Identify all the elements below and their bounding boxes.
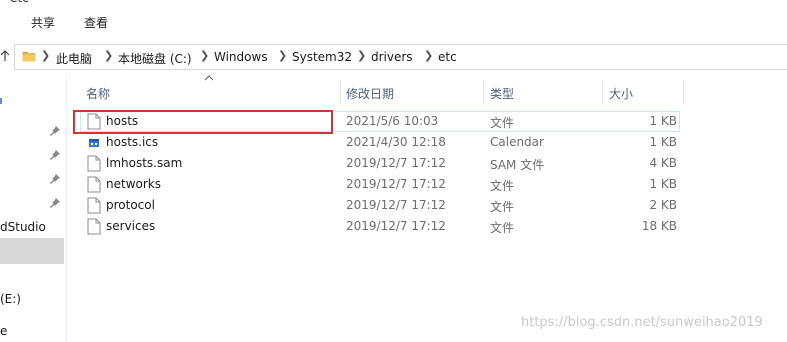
navigation-pane: dStudio (E:) e: [0, 74, 66, 342]
column-divider[interactable]: [683, 80, 684, 104]
breadcrumb-drivers[interactable]: drivers: [371, 50, 413, 64]
file-row-services[interactable]: services 2019/12/7 17:12 文件 18 KB: [80, 216, 680, 237]
column-header-name[interactable]: 名称: [86, 85, 110, 109]
pane-divider: [66, 74, 67, 342]
file-row-networks[interactable]: networks 2019/12/7 17:12 文件 1 KB: [80, 174, 680, 195]
file-row-protocol[interactable]: protocol 2019/12/7 17:12 文件 2 KB: [80, 195, 680, 216]
chevron-right-icon[interactable]: ❯: [424, 49, 433, 62]
nav-item-selected[interactable]: [0, 238, 64, 264]
address-bar[interactable]: ❯ 此电脑 ❯ 本地磁盘 (C:) ❯ Windows ❯ System32 ❯…: [14, 44, 787, 70]
highlight-box: [73, 110, 333, 134]
watermark: https://blog.csdn.net/sunweihao2019: [521, 315, 763, 330]
file-size: 1 KB: [649, 135, 677, 149]
address-row: ❯ 此电脑 ❯ 本地磁盘 (C:) ❯ Windows ❯ System32 ❯…: [0, 36, 787, 74]
file-row-hosts-ics[interactable]: hosts.ics 2021/4/30 12:18 Calendar 1 KB: [80, 132, 680, 153]
file-date: 2019/12/7 17:12: [346, 219, 446, 233]
file-date: 2021/4/30 12:18: [346, 135, 446, 149]
folder-icon: [22, 51, 36, 62]
chevron-right-icon[interactable]: ❯: [41, 49, 50, 62]
file-name: lmhosts.sam: [106, 156, 183, 170]
file-size: 18 KB: [641, 219, 677, 233]
breadcrumb-etc[interactable]: etc: [438, 50, 457, 64]
tab-share[interactable]: 共享: [31, 14, 55, 31]
nav-item-studio[interactable]: dStudio: [0, 220, 46, 234]
pin-icon[interactable]: [49, 197, 61, 209]
pin-icon[interactable]: [49, 149, 61, 161]
tab-view[interactable]: 查看: [84, 14, 108, 31]
breadcrumb-system32[interactable]: System32: [292, 50, 352, 64]
file-date: 2019/12/7 17:12: [346, 177, 446, 191]
file-row-lmhosts[interactable]: lmhosts.sam 2019/12/7 17:12 SAM 文件 4 KB: [80, 153, 680, 174]
file-type: Calendar: [490, 135, 544, 149]
nav-item-partial[interactable]: e: [0, 324, 7, 338]
pin-icon[interactable]: [49, 125, 61, 137]
file-name: networks: [106, 177, 161, 191]
chevron-right-icon[interactable]: ❯: [278, 49, 287, 62]
breadcrumb-this-pc[interactable]: 此电脑: [56, 50, 92, 67]
file-type: 文件: [490, 200, 515, 214]
column-divider[interactable]: [483, 80, 484, 104]
chevron-right-icon[interactable]: ❯: [104, 49, 113, 62]
file-size: 1 KB: [649, 177, 677, 191]
file-size: 2 KB: [649, 198, 677, 212]
sort-caret-icon: [204, 75, 214, 81]
file-name: protocol: [106, 198, 155, 212]
ribbon: 共享 查看: [0, 6, 787, 35]
file-name: hosts.ics: [106, 135, 159, 149]
column-divider[interactable]: [340, 80, 341, 104]
file-date: 2019/12/7 17:12: [346, 156, 446, 170]
up-arrow-icon[interactable]: [0, 50, 10, 62]
chevron-right-icon[interactable]: ❯: [357, 49, 366, 62]
column-header-size[interactable]: 大小: [609, 85, 633, 109]
file-size: 4 KB: [649, 156, 677, 170]
file-date: 2019/12/7 17:12: [346, 198, 446, 212]
breadcrumb-local-disk[interactable]: 本地磁盘 (C:): [118, 50, 192, 67]
window-title: etc: [10, 0, 29, 5]
breadcrumb-windows[interactable]: Windows: [214, 50, 268, 64]
column-divider[interactable]: [602, 80, 603, 104]
file-type: 文件: [490, 221, 515, 235]
file-date: 2021/5/6 10:03: [346, 114, 439, 128]
file-type: 文件: [490, 179, 515, 193]
column-header-date[interactable]: 修改日期: [346, 85, 394, 109]
file-type: 文件: [490, 116, 515, 130]
pin-icon[interactable]: [49, 173, 61, 185]
file-icon: [87, 218, 101, 235]
file-icon: [87, 155, 101, 172]
file-icon: [87, 176, 101, 193]
calendar-file-icon: [89, 139, 99, 147]
file-type: SAM 文件: [490, 158, 545, 172]
file-size: 1 KB: [649, 114, 677, 128]
chevron-right-icon[interactable]: ❯: [200, 49, 209, 62]
nav-marker-icon: [0, 98, 2, 104]
file-name: services: [106, 219, 156, 233]
file-icon: [87, 197, 101, 214]
column-header-type[interactable]: 类型: [490, 85, 514, 109]
nav-item-drive-e[interactable]: (E:): [0, 292, 21, 306]
